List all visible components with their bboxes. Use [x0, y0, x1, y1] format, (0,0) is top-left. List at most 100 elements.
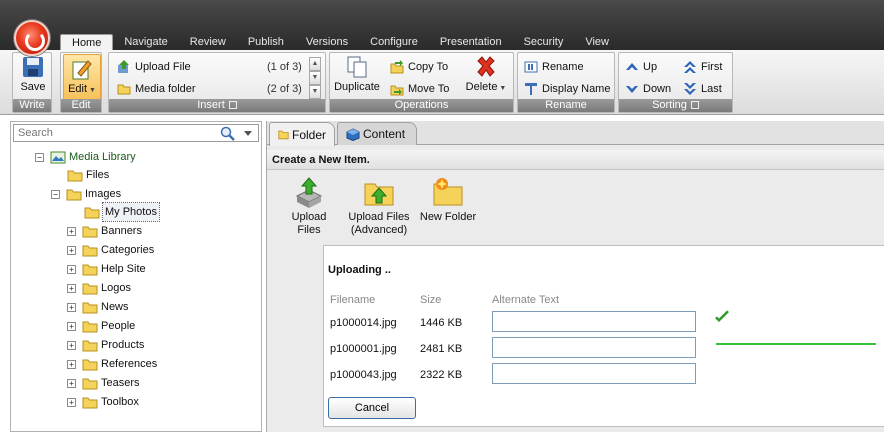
edit-button[interactable]: Edit ▼: [63, 54, 101, 100]
tab-content-label: Content: [363, 127, 406, 141]
upload-files-button[interactable]: Upload Files: [279, 176, 339, 237]
save-button[interactable]: Save: [18, 55, 48, 93]
row-filename: p1000001.jpg: [330, 343, 397, 355]
cancel-button[interactable]: Cancel: [328, 397, 416, 419]
folder-icon: [278, 130, 289, 140]
tree-label: My Photos: [102, 202, 160, 222]
insert-launcher-icon[interactable]: [228, 101, 237, 109]
media-folder-label: Media folder: [135, 83, 196, 95]
tree-item-logos[interactable]: + Logos: [67, 279, 131, 297]
tree-item-references[interactable]: + References: [67, 355, 157, 373]
row-filename: p1000014.jpg: [330, 317, 397, 329]
tree-item-teasers[interactable]: + Teasers: [67, 374, 140, 392]
tree-item-news[interactable]: + News: [67, 298, 129, 316]
tab-folder[interactable]: Folder: [269, 122, 335, 146]
tree-label: Products: [101, 339, 145, 351]
expand-toggle[interactable]: +: [67, 226, 76, 236]
media-folder-button[interactable]: Media folder: [117, 81, 196, 97]
upload-file-count: (1 of 3): [267, 61, 302, 73]
alt-text-input[interactable]: [492, 337, 696, 358]
copy-to-button[interactable]: Copy To: [390, 59, 448, 75]
move-to-button[interactable]: Move To: [390, 81, 449, 97]
tree-item-toolbox[interactable]: + Toolbox: [67, 393, 139, 411]
search-input[interactable]: [14, 125, 214, 141]
sort-down-button[interactable]: Down: [625, 81, 671, 97]
upload-panel: Uploading .. Filename Size Alternate Tex…: [323, 245, 884, 427]
tree-item-media-library[interactable]: − Media Library: [35, 148, 136, 166]
tab-security[interactable]: Security: [513, 34, 575, 50]
tab-presentation[interactable]: Presentation: [429, 34, 513, 50]
header-alt-text: Alternate Text: [492, 294, 560, 306]
expand-toggle[interactable]: +: [67, 359, 76, 369]
expand-toggle[interactable]: +: [67, 264, 76, 274]
search-icon[interactable]: [220, 126, 236, 142]
sort-last-button[interactable]: Last: [683, 81, 722, 97]
group-edit-label: Edit: [61, 99, 101, 112]
insert-scroll-down[interactable]: ▼: [309, 71, 321, 85]
tab-review[interactable]: Review: [179, 34, 237, 50]
media-folder-count: (2 of 3): [267, 83, 302, 95]
tree-item-files[interactable]: Files: [67, 166, 109, 184]
collapse-toggle[interactable]: −: [35, 152, 44, 162]
content-tabs: Folder Content: [267, 121, 884, 146]
expand-toggle[interactable]: +: [67, 378, 76, 388]
delete-button[interactable]: Delete ▼: [462, 55, 510, 93]
search-dropdown-icon[interactable]: [244, 131, 252, 136]
expand-toggle[interactable]: +: [67, 302, 76, 312]
group-rename-label: Rename: [518, 99, 614, 112]
tree-item-my-photos[interactable]: My Photos: [84, 202, 160, 222]
tree-item-products[interactable]: + Products: [67, 336, 144, 354]
duplicate-button[interactable]: Duplicate: [333, 55, 381, 93]
expand-toggle[interactable]: +: [67, 397, 76, 407]
tab-home[interactable]: Home: [60, 34, 114, 50]
group-operations: Duplicate Copy To Move To Delete ▼ Opera…: [329, 52, 514, 113]
display-name-label: Display Name: [542, 83, 611, 95]
expand-toggle[interactable]: +: [67, 245, 76, 255]
app-logo-button[interactable]: [14, 20, 50, 56]
folder-open-icon: [66, 189, 82, 200]
ribbon: Save Write Edit ▼ Edit Upload File (1 of…: [0, 50, 884, 115]
sorting-launcher-icon[interactable]: [690, 101, 699, 109]
duplicate-label: Duplicate: [334, 81, 380, 93]
row-filename: p1000043.jpg: [330, 369, 397, 381]
double-chevron-up-icon: [684, 61, 696, 73]
insert-scroll-up[interactable]: ▲: [309, 57, 321, 71]
save-disk-icon: [23, 57, 43, 77]
tree-label: Help Site: [101, 263, 146, 275]
delete-label: Delete: [465, 81, 498, 93]
delete-x-icon: [477, 56, 495, 77]
sort-up-button[interactable]: Up: [625, 59, 657, 75]
tree-item-help-site[interactable]: + Help Site: [67, 260, 146, 278]
tree-label: People: [101, 320, 136, 332]
tree-item-images[interactable]: − Images: [51, 185, 121, 203]
collapse-toggle[interactable]: −: [51, 189, 60, 199]
tab-publish[interactable]: Publish: [237, 34, 295, 50]
tab-versions[interactable]: Versions: [295, 34, 359, 50]
tree-item-people[interactable]: + People: [67, 317, 135, 335]
upload-file-button[interactable]: Upload File: [117, 59, 191, 75]
upload-files-label: Upload Files: [291, 211, 327, 236]
tab-navigate[interactable]: Navigate: [113, 34, 178, 50]
tab-view[interactable]: View: [574, 34, 620, 50]
upload-advanced-label-2: (Advanced): [350, 224, 408, 236]
move-to-icon: [390, 85, 404, 96]
new-folder-button[interactable]: New Folder: [418, 176, 478, 224]
expand-toggle[interactable]: +: [67, 283, 76, 293]
folder-icon: [82, 397, 98, 408]
rename-button[interactable]: Rename: [524, 59, 584, 75]
tab-content[interactable]: Content: [337, 122, 417, 145]
insert-scroll-more[interactable]: ▼: [309, 85, 321, 99]
upload-files-advanced-button[interactable]: Upload Files (Advanced): [346, 176, 412, 237]
alt-text-input[interactable]: [492, 363, 696, 384]
expand-toggle[interactable]: +: [67, 340, 76, 350]
tree-item-banners[interactable]: + Banners: [67, 222, 142, 240]
tree-pane: − Media Library Files − Images My Photos…: [10, 121, 262, 432]
alt-text-input[interactable]: [492, 311, 696, 332]
sort-first-button[interactable]: First: [683, 59, 722, 75]
expand-toggle[interactable]: +: [67, 321, 76, 331]
tree-item-categories[interactable]: + Categories: [67, 241, 154, 259]
group-sorting-label: Sorting: [619, 99, 732, 112]
folder-upload-icon: [364, 183, 394, 206]
display-name-button[interactable]: Display Name: [524, 81, 610, 97]
tab-configure[interactable]: Configure: [359, 34, 429, 50]
